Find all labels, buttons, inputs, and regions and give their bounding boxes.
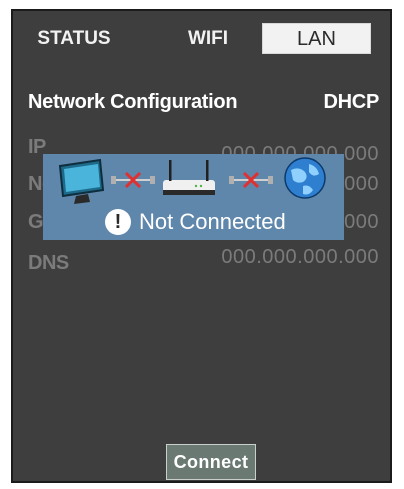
not-connected-text: Not Connected <box>139 209 286 234</box>
connection-diagram <box>58 157 326 204</box>
not-connected-overlay: ! Not Connected <box>43 154 344 240</box>
monitor-icon <box>58 158 105 204</box>
tab-status[interactable]: STATUS <box>34 23 114 54</box>
dns-label: DNS <box>28 252 69 274</box>
dns-value: 000.000.000.000 <box>221 246 379 268</box>
dhcp-mode-label[interactable]: DHCP <box>324 91 380 114</box>
status-message: ! Not Connected <box>105 208 286 236</box>
exclamation-icon: ! <box>105 209 131 235</box>
network-configuration-title: Network Configuration <box>28 91 238 113</box>
tab-wifi[interactable]: WIFI <box>183 23 233 54</box>
connect-button[interactable]: Connect <box>166 444 256 480</box>
globe-icon <box>284 157 326 199</box>
disconnected-icon <box>229 171 273 189</box>
tab-lan[interactable]: LAN <box>262 23 371 54</box>
router-icon <box>163 160 215 195</box>
disconnected-icon <box>111 171 155 189</box>
